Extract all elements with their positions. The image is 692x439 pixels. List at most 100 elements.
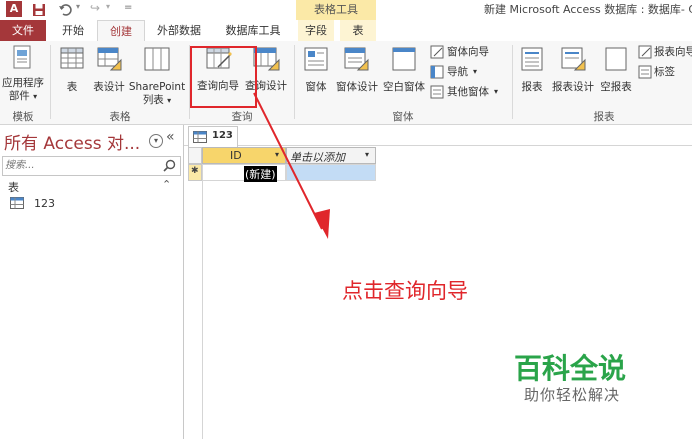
- sharepoint-lists-label-2-text: 列表: [142, 94, 164, 106]
- sharepoint-lists-icon: [144, 47, 170, 71]
- select-all-corner[interactable]: [188, 147, 202, 164]
- tab-table[interactable]: 表: [340, 20, 376, 41]
- report-design-button[interactable]: 报表设计: [550, 45, 596, 107]
- collapse-pane-icon[interactable]: «: [166, 129, 175, 145]
- nav-section-tables[interactable]: 表 ⌃: [0, 178, 180, 196]
- report-wizard-icon: [638, 45, 652, 59]
- datasheet-body: [188, 181, 203, 439]
- nav-pane-title[interactable]: 所有 Access 对...: [4, 129, 140, 154]
- undo-dropdown-arrow-icon[interactable]: ▾: [76, 2, 80, 11]
- form-icon: [304, 47, 328, 71]
- sharepoint-lists-label-2: 列表 ▾: [128, 94, 186, 107]
- table-design-label: 表设计: [93, 81, 125, 93]
- document-workspace: 123 ID ▾ 单击以添加 ▾ ✱ (新建) 点击查询向导 百科全说 助你轻松…: [184, 92, 692, 439]
- search-icon[interactable]: [163, 159, 176, 172]
- watermark-tagline: 助你轻松解决: [524, 386, 621, 404]
- table-icon: [10, 197, 24, 209]
- application-parts-label-2: 部件 ▾: [0, 90, 46, 103]
- table-button[interactable]: 表: [54, 45, 90, 107]
- form-design-icon: [344, 47, 369, 71]
- navigation-label: 导航: [447, 66, 468, 78]
- document-tab-label: 123: [212, 130, 233, 141]
- record-selector[interactable]: ✱: [188, 164, 202, 181]
- report-wizard-label: 报表向导: [654, 46, 692, 58]
- blank-form-button[interactable]: 空白窗体: [380, 45, 428, 107]
- group-separator: [512, 45, 513, 119]
- blank-report-button[interactable]: 空报表: [598, 45, 634, 107]
- nav-search-box[interactable]: [2, 156, 181, 176]
- redo-icon[interactable]: ↪: [90, 1, 100, 15]
- labels-button[interactable]: 标签: [638, 65, 692, 81]
- navigation-button[interactable]: 导航 ▾: [430, 65, 506, 81]
- table-icon: [60, 47, 84, 69]
- tab-file[interactable]: 文件: [0, 20, 46, 41]
- dropdown-arrow-icon: ▾: [473, 67, 478, 76]
- group-label-tables: 表格: [109, 111, 131, 123]
- watermark-brand: 百科全说: [514, 352, 627, 385]
- group-label-templates: 模板: [12, 111, 34, 123]
- dropdown-arrow-icon: ▾: [167, 96, 172, 105]
- column-dropdown-arrow-icon[interactable]: ▾: [365, 150, 369, 159]
- access-logo-icon: A: [6, 1, 22, 17]
- sharepoint-lists-button[interactable]: SharePoint 列表 ▾: [128, 45, 186, 107]
- more-forms-icon: [430, 85, 444, 99]
- tab-fields[interactable]: 字段: [298, 20, 334, 41]
- undo-icon[interactable]: [58, 3, 72, 17]
- table-button-label: 表: [66, 81, 78, 93]
- column-header-label: ID: [230, 149, 242, 162]
- dropdown-arrow-icon: ▾: [33, 92, 38, 101]
- nav-search-input[interactable]: [5, 158, 155, 172]
- context-group-label: 表格工具: [296, 0, 376, 20]
- report-design-label: 报表设计: [552, 81, 594, 93]
- form-wizard-button[interactable]: 窗体向导: [430, 45, 506, 61]
- labels-label: 标签: [654, 66, 675, 78]
- tab-external-data[interactable]: 外部数据: [150, 20, 208, 41]
- collapse-section-icon[interactable]: ⌃: [162, 178, 171, 191]
- nav-list-item-label: 123: [34, 197, 55, 210]
- blank-form-label: 空白窗体: [383, 81, 425, 93]
- group-label-reports: 报表: [593, 111, 615, 123]
- annotation-text: 点击查询向导: [342, 279, 468, 303]
- new-record-marker-icon: ✱: [191, 166, 199, 176]
- application-parts-button[interactable]: 应用程序 部件 ▾: [0, 45, 46, 107]
- report-label: 报表: [521, 81, 543, 93]
- labels-icon: [638, 65, 652, 79]
- report-wizard-button[interactable]: 报表向导: [638, 45, 692, 61]
- tab-database-tools[interactable]: 数据库工具: [218, 20, 288, 41]
- more-forms-button[interactable]: 其他窗体 ▾: [430, 85, 506, 101]
- application-parts-icon: [13, 45, 31, 69]
- nav-section-label: 表: [8, 181, 19, 194]
- table-design-icon: [97, 47, 122, 71]
- nav-menu-dropdown-icon[interactable]: ▾: [149, 134, 163, 148]
- form-wizard-label: 窗体向导: [447, 46, 489, 58]
- title-bar: A ▾ ↪ ▾ = 表格工具 新建 Microsoft Access 数据库 :…: [0, 0, 692, 20]
- tab-home[interactable]: 开始: [52, 20, 94, 41]
- table-design-button[interactable]: 表设计: [90, 45, 128, 107]
- save-icon[interactable]: [32, 3, 46, 17]
- window-title: 新建 Microsoft Access 数据库 : 数据库- C: [484, 3, 692, 16]
- navigation-icon: [430, 65, 444, 79]
- sharepoint-lists-label: SharePoint: [128, 81, 186, 93]
- dropdown-arrow-icon: ▾: [494, 87, 499, 96]
- group-separator: [50, 45, 51, 119]
- report-design-icon: [561, 47, 586, 71]
- document-tab[interactable]: 123: [188, 126, 238, 147]
- ribbon-tab-row: 文件 开始 创建 外部数据 数据库工具 字段 表: [0, 20, 692, 42]
- navigation-pane: 所有 Access 对... ▾ « 表 ⌃ 123: [0, 125, 184, 439]
- redo-dropdown-arrow-icon[interactable]: ▾: [106, 2, 110, 11]
- table-icon: [193, 131, 207, 143]
- application-parts-label-2-text: 部件: [8, 90, 30, 102]
- customize-qat-icon[interactable]: =: [124, 2, 132, 13]
- nav-list-item[interactable]: 123: [0, 195, 180, 213]
- report-icon: [521, 47, 543, 71]
- blank-form-icon: [392, 47, 416, 71]
- blank-report-icon: [605, 47, 627, 71]
- ribbon: 应用程序 部件 ▾ 模板 表 表设计 SharePoint 列表 ▾ 表格 查询…: [0, 41, 692, 125]
- more-forms-label: 其他窗体: [447, 86, 489, 98]
- application-parts-label: 应用程序: [2, 77, 44, 89]
- tab-create[interactable]: 创建: [97, 20, 145, 42]
- form-wizard-icon: [430, 45, 444, 59]
- annotation-arrow: [253, 92, 330, 239]
- query-design-icon: [253, 47, 280, 71]
- report-button[interactable]: 报表: [516, 45, 548, 107]
